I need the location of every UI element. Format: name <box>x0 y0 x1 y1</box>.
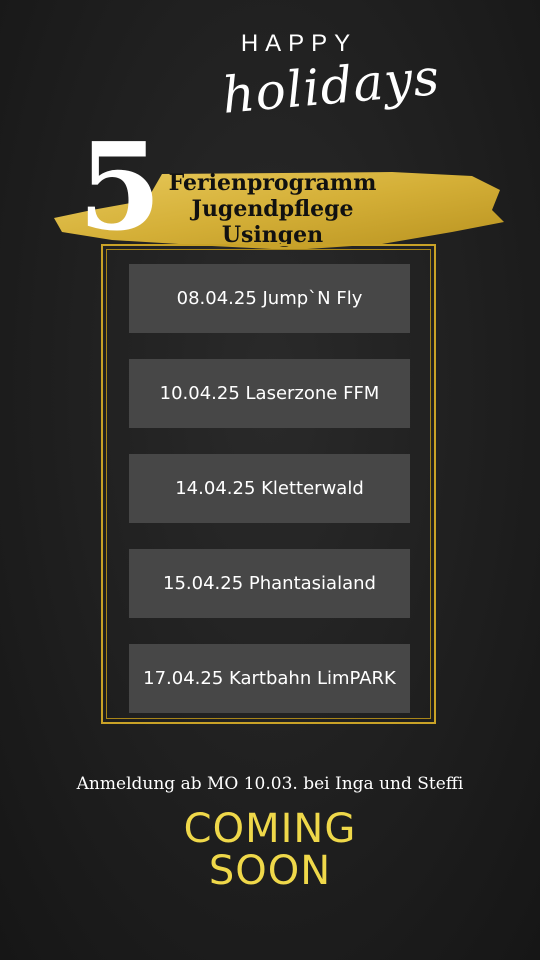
coming-line-2: SOON <box>208 848 332 894</box>
event-item: 17.04.25 Kartbahn LimPARK <box>129 644 410 713</box>
title-line-1: Ferienprogramm <box>168 170 377 196</box>
event-item: 10.04.25 Laserzone FFM <box>129 359 410 428</box>
number-five: 5 <box>78 117 162 258</box>
coming-soon: COMING SOON <box>0 808 540 892</box>
event-item: 15.04.25 Phantasialand <box>129 549 410 618</box>
event-list: 08.04.25 Jump`N Fly 10.04.25 Laserzone F… <box>129 264 410 739</box>
program-title: Ferienprogramm Jugendpflege Usingen <box>150 170 395 248</box>
registration-info: Anmeldung ab MO 10.03. bei Inga und Stef… <box>76 774 464 794</box>
event-item: 14.04.25 Kletterwald <box>129 454 410 523</box>
title-line-2: Jugendpflege <box>191 196 354 222</box>
event-item: 08.04.25 Jump`N Fly <box>129 264 410 333</box>
coming-line-1: COMING <box>183 806 357 852</box>
